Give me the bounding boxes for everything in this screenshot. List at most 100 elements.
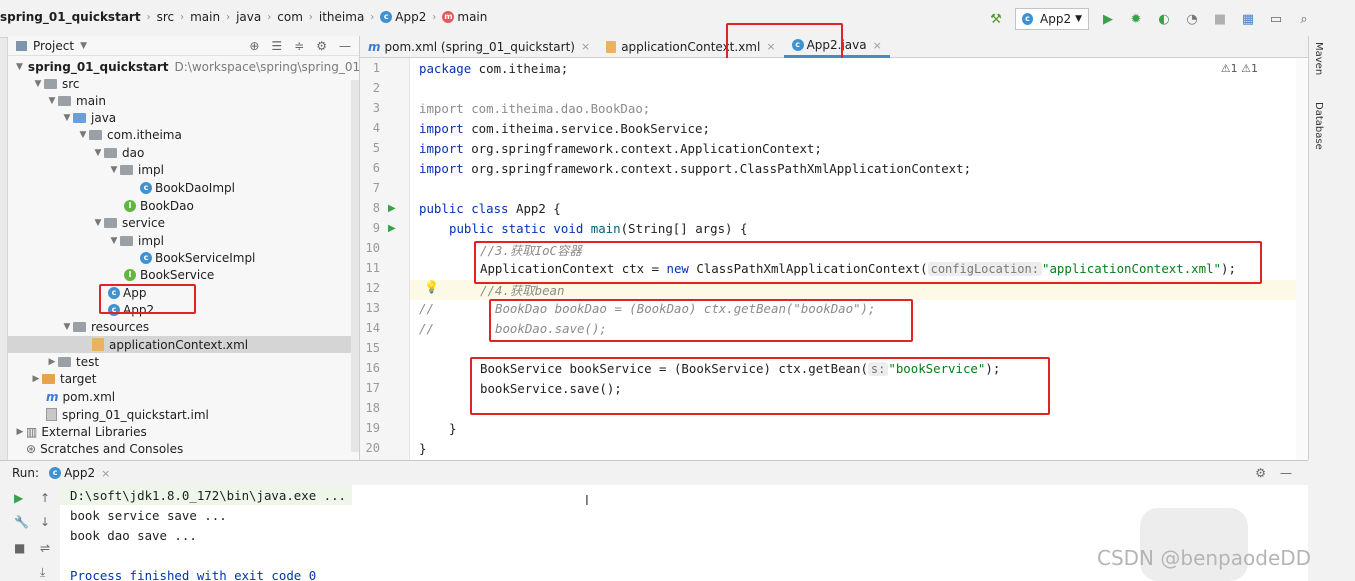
scroll-to-end-icon[interactable]: ⤓ <box>40 565 45 580</box>
folder-icon <box>44 78 57 89</box>
breadcrumb-method[interactable]: m main <box>442 10 487 24</box>
tree-item-external-libraries[interactable]: ▶ ▥ External Libraries <box>8 423 352 440</box>
line-number: 2 <box>372 81 380 95</box>
run-tab-app2[interactable]: c App2 × <box>49 466 110 480</box>
console-exit-line: Process finished with exit code 0 <box>70 568 317 581</box>
chevron-down-icon: ▼ <box>110 164 118 175</box>
tree-item-applicationcontext-xml[interactable]: applicationContext.xml <box>8 336 352 353</box>
breadcrumb-app2[interactable]: c App2 <box>380 10 426 24</box>
run-gutter-icon[interactable]: ▶ <box>388 223 396 234</box>
inspection-warnings[interactable]: ⚠1 ⚠1 <box>1221 62 1258 75</box>
project-structure-icon[interactable]: ▦ <box>1239 9 1257 29</box>
editor-scrollbar[interactable] <box>1296 58 1308 460</box>
breadcrumb-separator: › <box>267 11 272 23</box>
gear-icon[interactable]: ⚙ <box>1255 466 1266 480</box>
breadcrumb-project[interactable]: spring_01_quickstart <box>0 10 141 24</box>
run-gutter-icon[interactable]: ▶ <box>388 203 396 214</box>
tree-item-target[interactable]: ▶ target <box>8 370 352 387</box>
tab-pom-xml[interactable]: m pom.xml (spring_01_quickstart) × <box>360 36 598 58</box>
breadcrumb-com[interactable]: com <box>277 10 303 24</box>
run-configuration-select[interactable]: c App2 ▼ <box>1015 8 1089 30</box>
soft-wrap-icon[interactable]: ⇌ <box>40 541 50 555</box>
tree-item-label: Scratches and Consoles <box>40 441 184 456</box>
module-file-icon <box>46 408 57 421</box>
tree-item-bookdaoimpl[interactable]: c BookDaoImpl <box>8 179 352 196</box>
layout-icon[interactable]: ▭ <box>1267 9 1285 29</box>
tree-item-dao[interactable]: ▼ dao <box>8 144 352 161</box>
chevron-down-icon[interactable]: ▼ <box>80 41 87 51</box>
run-tab-label: App2 <box>64 466 96 480</box>
build-hammer-icon[interactable]: ⚒ <box>987 9 1005 29</box>
close-icon[interactable]: × <box>101 467 110 480</box>
up-arrow-icon[interactable]: ↑ <box>40 491 50 505</box>
chevron-down-icon: ▼ <box>16 61 23 72</box>
line-number: 8 <box>372 201 380 215</box>
hide-icon[interactable]: — <box>1280 466 1292 480</box>
tree-item-resources[interactable]: ▼ resources <box>8 318 352 335</box>
media-overlay <box>1140 508 1248 581</box>
expand-all-icon[interactable]: ☰ <box>271 39 282 53</box>
breadcrumb-main[interactable]: main <box>190 10 220 24</box>
package-icon <box>89 129 102 140</box>
tree-item-pom-xml[interactable]: m pom.xml <box>8 388 352 405</box>
search-icon[interactable]: ⌕ <box>1295 9 1313 29</box>
code-line-5: import org.springframework.context.Appli… <box>419 141 822 156</box>
package-icon <box>120 235 133 246</box>
tree-item-scratches[interactable]: ⊛ Scratches and Consoles <box>8 440 352 457</box>
locate-icon[interactable]: ⊕ <box>249 39 259 53</box>
tree-item-package-com-itheima[interactable]: ▼ com.itheima <box>8 126 352 143</box>
tree-item-iml[interactable]: spring_01_quickstart.iml <box>8 406 352 423</box>
xml-file-icon <box>606 40 617 53</box>
close-icon[interactable]: × <box>873 39 882 52</box>
project-scrollbar[interactable] <box>351 80 359 452</box>
run-toolbar: ▶ ↑ 🔧 ↓ ■ ⇌ ⤓ <box>8 485 60 581</box>
tree-item-bookservice[interactable]: I BookService <box>8 266 352 283</box>
chevron-down-icon: ▼ <box>79 129 87 140</box>
collapse-all-icon[interactable]: ≑ <box>294 39 304 53</box>
maven-tool-button[interactable]: Maven <box>1313 42 1324 75</box>
down-arrow-icon[interactable]: ↓ <box>40 515 50 529</box>
hide-icon[interactable]: — <box>339 39 351 53</box>
tree-item-project-root[interactable]: ▼ spring_01_quickstart D:\workspace\spri… <box>8 58 391 75</box>
tree-item-src[interactable]: ▼ src <box>8 75 352 92</box>
gear-icon[interactable]: ⚙ <box>316 39 327 53</box>
stop-icon[interactable]: ■ <box>14 541 25 555</box>
interface-icon: I <box>124 268 136 281</box>
tree-item-test[interactable]: ▶ test <box>8 353 352 370</box>
coverage-icon[interactable]: ◐ <box>1155 9 1173 29</box>
debug-icon[interactable]: ✹ <box>1127 9 1145 29</box>
project-title[interactable]: Project <box>33 39 74 53</box>
tree-item-service-impl[interactable]: ▼ impl <box>8 232 352 249</box>
maven-file-icon: m <box>46 389 59 404</box>
database-tool-button[interactable]: Database <box>1313 102 1324 150</box>
breadcrumb-separator: › <box>180 11 185 23</box>
run-icon[interactable]: ▶ <box>1099 9 1117 29</box>
code-editor[interactable]: 1 2 3 4 5 6 7 8 9 10 11 12 13 14 15 16 1… <box>360 58 1308 460</box>
tree-item-java[interactable]: ▼ java <box>8 109 352 126</box>
tree-item-service[interactable]: ▼ service <box>8 214 352 231</box>
folder-icon <box>58 95 71 106</box>
breadcrumb-java[interactable]: java <box>236 10 261 24</box>
rerun-icon[interactable]: ▶ <box>14 491 23 505</box>
tree-item-bookdao[interactable]: I BookDao <box>8 197 352 214</box>
line-number: 1 <box>372 61 380 75</box>
tree-item-main[interactable]: ▼ main <box>8 92 352 109</box>
interface-icon: I <box>124 199 136 212</box>
line-number: 18 <box>365 401 380 415</box>
tree-item-bookserviceimpl[interactable]: c BookServiceImpl <box>8 249 352 266</box>
tree-item-label: java <box>91 110 117 125</box>
breadcrumb-separator: › <box>308 11 313 23</box>
line-number: 12 <box>365 281 380 295</box>
stop-icon[interactable]: ■ <box>1211 9 1229 29</box>
line-number: 4 <box>372 121 380 135</box>
breadcrumb-src[interactable]: src <box>157 10 175 24</box>
wrench-icon[interactable]: 🔧 <box>14 515 29 529</box>
code-line-9: public static void main(String[] args) { <box>449 221 748 236</box>
breadcrumb-itheima[interactable]: itheima <box>319 10 364 24</box>
tree-item-label: impl <box>138 162 164 177</box>
line-number: 15 <box>365 341 380 355</box>
profile-icon[interactable]: ◔ <box>1183 9 1201 29</box>
tree-item-dao-impl[interactable]: ▼ impl <box>8 161 352 178</box>
lightbulb-icon[interactable]: 💡 <box>424 280 439 294</box>
close-icon[interactable]: × <box>581 40 590 53</box>
